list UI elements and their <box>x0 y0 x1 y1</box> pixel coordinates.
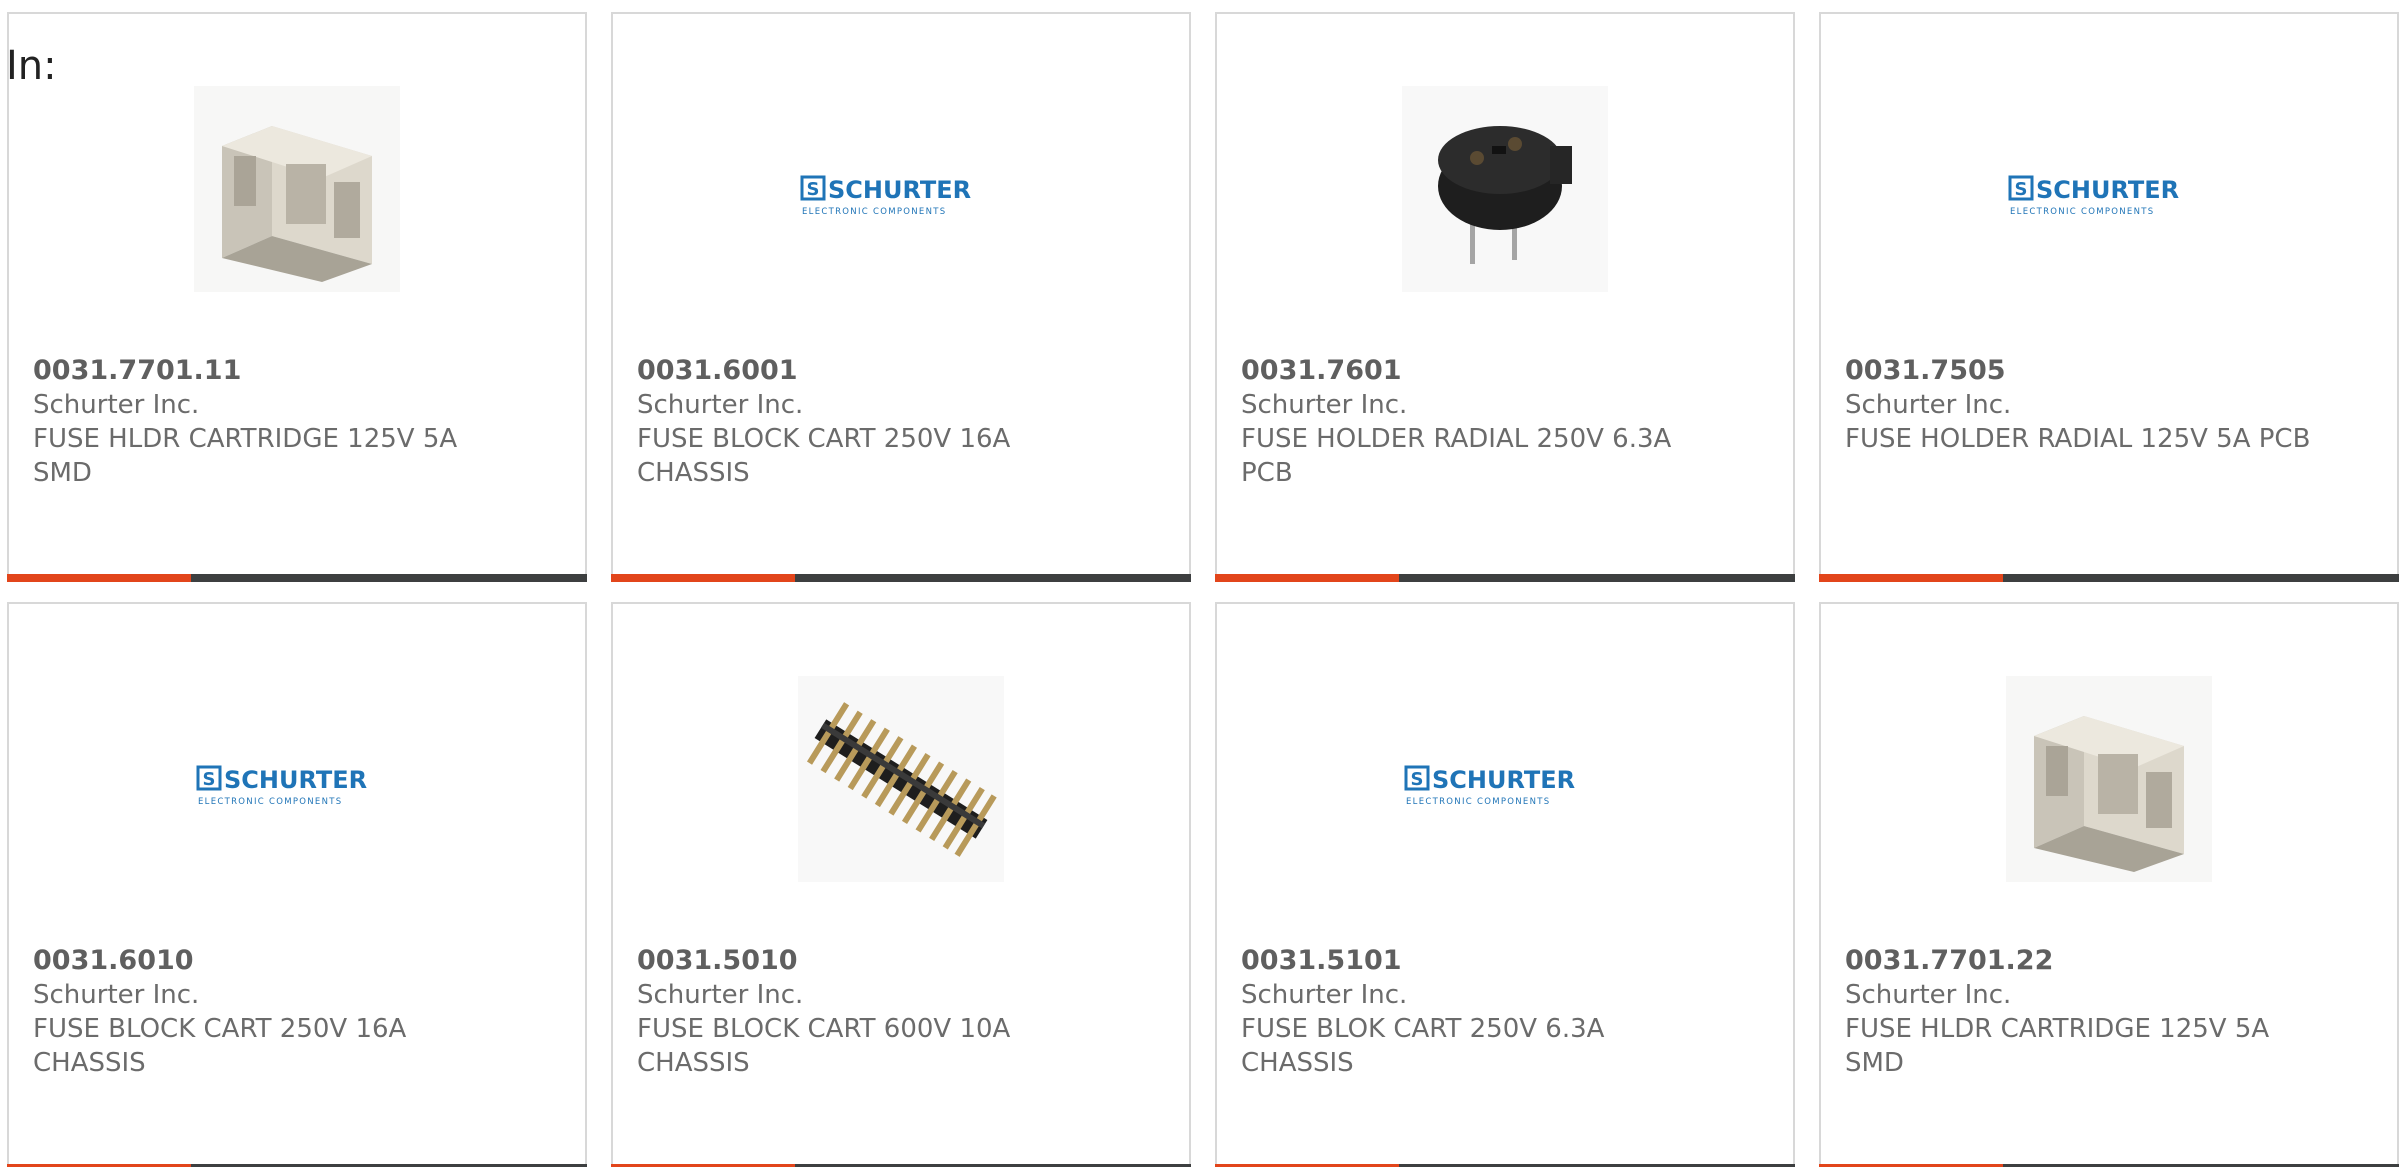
part-number-link[interactable]: 0031.7701.22 <box>1845 944 2365 978</box>
product-card[interactable]: 0031.7701.11 Schurter Inc. FUSE HLDR CAR… <box>7 12 587 582</box>
card-accent <box>611 574 795 582</box>
product-info: 0031.7701.22 Schurter Inc. FUSE HLDR CAR… <box>1845 944 2365 1080</box>
logo-tagline: ELECTRONIC COMPONENTS <box>2010 207 2154 217</box>
product-card[interactable]: 0031.5010 Schurter Inc. FUSE BLOCK CART … <box>611 602 1191 1167</box>
logo-tagline: ELECTRONIC COMPONENTS <box>802 207 946 217</box>
product-card[interactable]: S SCHURTER ELECTRONIC COMPONENTS 0031.60… <box>7 602 587 1167</box>
product-info: 0031.7505 Schurter Inc. FUSE HOLDER RADI… <box>1845 354 2365 456</box>
product-card[interactable]: S SCHURTER ELECTRONIC COMPONENTS 0031.75… <box>1819 12 2399 582</box>
description: FUSE HLDR CARTRIDGE 125V 5A SMD <box>1845 1014 2270 1078</box>
logo-tagline: ELECTRONIC COMPONENTS <box>198 797 342 807</box>
part-number-link[interactable]: 0031.7601 <box>1241 354 1761 388</box>
manufacturer: Schurter Inc. <box>637 980 804 1010</box>
part-number-link[interactable]: 0031.5010 <box>637 944 1157 978</box>
schurter-logo[interactable]: S SCHURTER ELECTRONIC COMPONENTS <box>1402 676 1608 882</box>
schurter-logo[interactable]: S SCHURTER ELECTRONIC COMPONENTS <box>194 676 400 882</box>
fuse-holder-cartridge-photo[interactable] <box>2006 676 2212 882</box>
manufacturer: Schurter Inc. <box>1241 980 1408 1010</box>
logo-brand: SCHURTER <box>1432 766 1575 794</box>
product-card[interactable]: S SCHURTER ELECTRONIC COMPONENTS 0031.60… <box>611 12 1191 582</box>
card-bottom-bar <box>1819 574 2399 582</box>
radial-fuse-holder-photo[interactable] <box>1402 86 1608 292</box>
description: FUSE BLOCK CART 250V 16A CHASSIS <box>637 424 1011 488</box>
logo-brand: SCHURTER <box>2036 176 2179 204</box>
logo-brand: SCHURTER <box>828 176 971 204</box>
pin-header-photo[interactable] <box>798 676 1004 882</box>
manufacturer: Schurter Inc. <box>1845 980 2012 1010</box>
logo-tagline: ELECTRONIC COMPONENTS <box>1406 797 1550 807</box>
card-accent <box>7 574 191 582</box>
product-info: 0031.7601 Schurter Inc. FUSE HOLDER RADI… <box>1241 354 1761 490</box>
product-card[interactable]: 0031.7701.22 Schurter Inc. FUSE HLDR CAR… <box>1819 602 2399 1167</box>
description: FUSE BLOCK CART 250V 16A CHASSIS <box>33 1014 407 1078</box>
product-info: 0031.6001 Schurter Inc. FUSE BLOCK CART … <box>637 354 1157 490</box>
manufacturer: Schurter Inc. <box>1241 390 1408 420</box>
product-results-page: In: 0031.7701.11 Schurter Inc. FUSE HLDR… <box>0 0 2400 1167</box>
product-card[interactable]: 0031.7601 Schurter Inc. FUSE HOLDER RADI… <box>1215 12 1795 582</box>
part-number-link[interactable]: 0031.6010 <box>33 944 553 978</box>
description: FUSE HOLDER RADIAL 125V 5A PCB <box>1845 424 2311 454</box>
description: FUSE HLDR CARTRIDGE 125V 5A SMD <box>33 424 458 488</box>
card-bottom-bar <box>7 574 587 582</box>
manufacturer: Schurter Inc. <box>33 390 200 420</box>
description: FUSE HOLDER RADIAL 250V 6.3A PCB <box>1241 424 1672 488</box>
product-info: 0031.5101 Schurter Inc. FUSE BLOK CART 2… <box>1241 944 1761 1080</box>
part-number-link[interactable]: 0031.5101 <box>1241 944 1761 978</box>
part-number-link[interactable]: 0031.7505 <box>1845 354 2365 388</box>
product-info: 0031.6010 Schurter Inc. FUSE BLOCK CART … <box>33 944 553 1080</box>
product-card[interactable]: S SCHURTER ELECTRONIC COMPONENTS 0031.51… <box>1215 602 1795 1167</box>
fuse-holder-cartridge-photo[interactable] <box>194 86 400 292</box>
schurter-logo[interactable]: S SCHURTER ELECTRONIC COMPONENTS <box>798 86 1004 292</box>
product-grid: 0031.7701.11 Schurter Inc. FUSE HLDR CAR… <box>7 12 2400 1167</box>
manufacturer: Schurter Inc. <box>1845 390 2012 420</box>
svg-text:S: S <box>1411 769 1424 790</box>
part-number-link[interactable]: 0031.6001 <box>637 354 1157 388</box>
card-bottom-bar <box>611 574 1191 582</box>
description: FUSE BLOCK CART 600V 10A CHASSIS <box>637 1014 1011 1078</box>
product-info: 0031.7701.11 Schurter Inc. FUSE HLDR CAR… <box>33 354 553 490</box>
card-accent <box>1215 574 1399 582</box>
manufacturer: Schurter Inc. <box>637 390 804 420</box>
logo-brand: SCHURTER <box>224 766 367 794</box>
product-info: 0031.5010 Schurter Inc. FUSE BLOCK CART … <box>637 944 1157 1080</box>
manufacturer: Schurter Inc. <box>33 980 200 1010</box>
schurter-logo[interactable]: S SCHURTER ELECTRONIC COMPONENTS <box>2006 86 2212 292</box>
filter-label: In: <box>6 43 57 89</box>
part-number-link[interactable]: 0031.7701.11 <box>33 354 553 388</box>
svg-text:S: S <box>203 769 216 790</box>
svg-text:S: S <box>807 179 820 200</box>
description: FUSE BLOK CART 250V 6.3A CHASSIS <box>1241 1014 1605 1078</box>
svg-text:S: S <box>2015 179 2028 200</box>
card-accent <box>1819 574 2003 582</box>
card-bottom-bar <box>1215 574 1795 582</box>
